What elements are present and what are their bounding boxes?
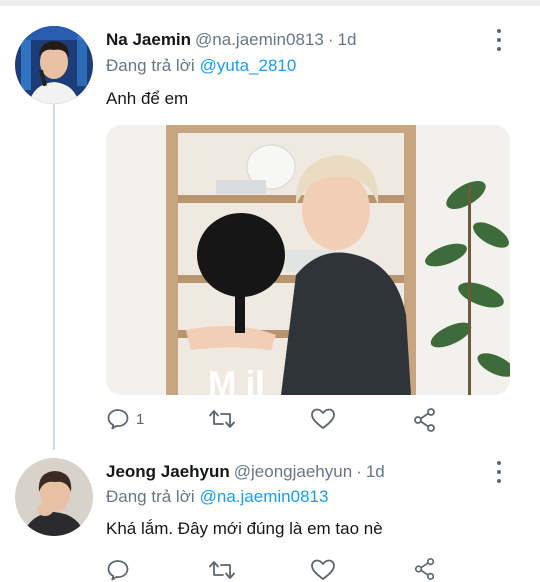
- retweet-button[interactable]: [208, 407, 236, 431]
- author-handle[interactable]: @na.jaemin0813: [195, 30, 324, 49]
- author-name[interactable]: Na Jaemin: [106, 30, 191, 49]
- like-button[interactable]: [310, 407, 336, 431]
- replying-to-label: Đang trả lời: [106, 56, 195, 75]
- share-button[interactable]: [412, 407, 438, 433]
- retweet-icon: [209, 410, 235, 428]
- top-divider: [0, 0, 540, 6]
- comment-icon: [107, 560, 129, 581]
- tweet-timestamp[interactable]: 1d: [338, 30, 357, 49]
- heart-icon: [311, 559, 335, 580]
- reply-count: 1: [136, 410, 145, 428]
- tweet-text: Khá lắm. Đây mới đúng là em tao nè: [106, 519, 383, 538]
- media-overlay-text: M il: [208, 365, 265, 395]
- like-button[interactable]: [310, 558, 336, 582]
- tweet-timestamp[interactable]: 1d: [366, 462, 385, 481]
- replying-to: Đang trả lời @yuta_2810: [106, 56, 296, 76]
- avatar[interactable]: [15, 26, 93, 104]
- separator-dot: ·: [356, 462, 362, 481]
- mention-link[interactable]: @yuta_2810: [200, 56, 297, 75]
- retweet-icon: [209, 561, 235, 579]
- tweet-header: Na Jaemin @na.jaemin0813 · 1d: [106, 30, 356, 50]
- comment-icon: [107, 409, 129, 430]
- tweet-text: Anh để em: [106, 89, 189, 108]
- avatar[interactable]: [15, 458, 93, 536]
- tweet-media-image[interactable]: M il: [106, 125, 510, 395]
- thread-connector-line: [53, 104, 55, 450]
- mention-link[interactable]: @na.jaemin0813: [200, 487, 329, 506]
- separator-dot: ·: [327, 30, 334, 49]
- heart-icon: [311, 408, 335, 429]
- reply-button[interactable]: 1: [106, 407, 144, 431]
- replying-to-label: Đang trả lời: [106, 487, 195, 506]
- share-icon: [414, 408, 435, 432]
- share-button[interactable]: [412, 557, 438, 581]
- reply-button[interactable]: [106, 558, 130, 582]
- tweet-header: Jeong Jaehyun @jeongjaehyun · 1d: [106, 462, 385, 482]
- author-name[interactable]: Jeong Jaehyun: [106, 462, 230, 481]
- share-icon: [414, 558, 435, 580]
- author-handle[interactable]: @jeongjaehyun: [234, 462, 352, 481]
- replying-to: Đang trả lời @na.jaemin0813: [106, 487, 328, 507]
- more-vertical-icon[interactable]: [493, 29, 505, 51]
- retweet-button[interactable]: [208, 558, 236, 582]
- more-vertical-icon[interactable]: [493, 461, 505, 483]
